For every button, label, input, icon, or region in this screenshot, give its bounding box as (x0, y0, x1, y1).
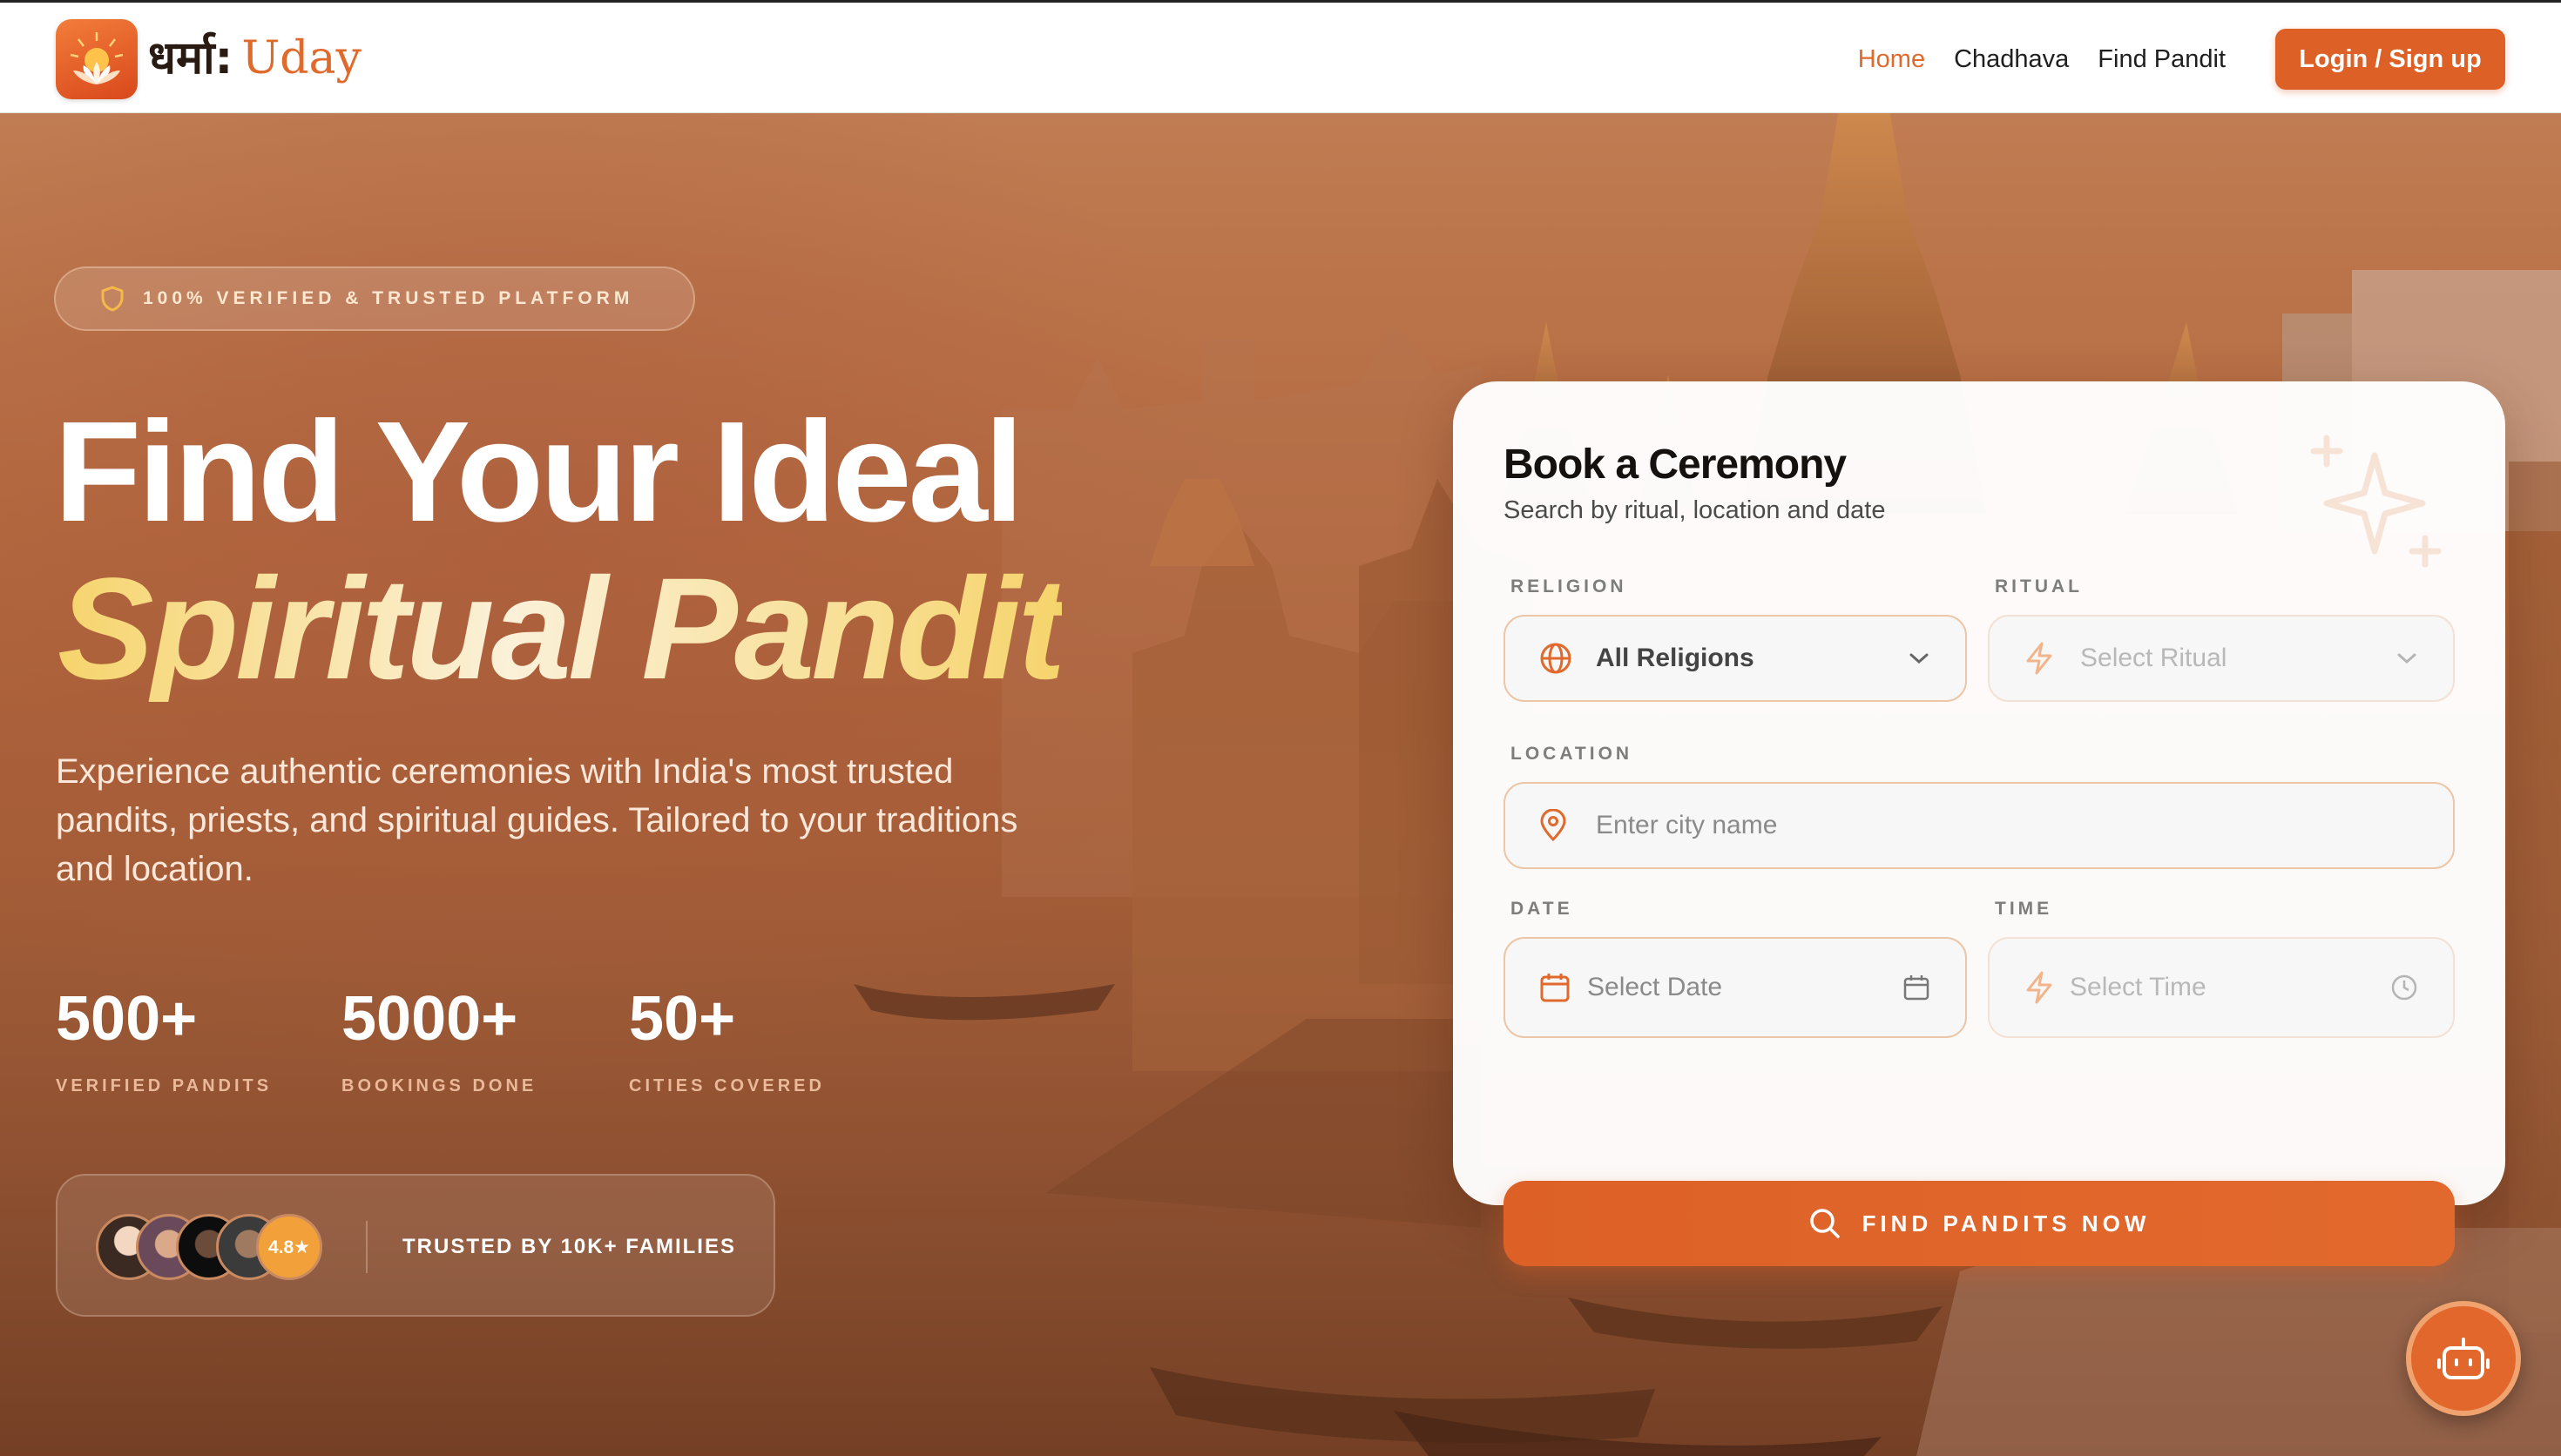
shield-icon (101, 286, 124, 312)
religion-label: RELIGION (1510, 576, 1627, 597)
login-signup-button[interactable]: Login / Sign up (2275, 29, 2505, 90)
brand-name-devanagari: धर्मा: (148, 32, 233, 84)
rating-badge: 4.8★ (256, 1214, 322, 1280)
stat-cities-covered: 50+ CITIES COVERED (629, 988, 825, 1096)
location-placeholder: Enter city name (1596, 811, 1778, 839)
verified-badge-text: 100% VERIFIED & TRUSTED PLATFORM (143, 288, 634, 308)
booking-subtitle: Search by ritual, location and date (1503, 496, 1886, 524)
religion-value: All Religions (1596, 644, 1754, 672)
verified-badge: 100% VERIFIED & TRUSTED PLATFORM (54, 266, 695, 331)
bot-icon (2437, 1338, 2490, 1379)
calendar-icon (1903, 975, 1929, 1001)
ritual-select[interactable]: Select Ritual (1988, 615, 2455, 702)
nav-chadhava[interactable]: Chadhava (1954, 45, 2069, 74)
stat-bookings-done: 5000+ BOOKINGS DONE (341, 988, 537, 1096)
time-input[interactable]: Select Time (1988, 937, 2455, 1038)
chatbot-button[interactable] (2406, 1301, 2521, 1416)
search-icon (1809, 1209, 1840, 1238)
stat-label: VERIFIED PANDITS (56, 1076, 273, 1095)
booking-card: Book a Ceremony Search by ritual, locati… (1453, 381, 2505, 1266)
stat-verified-pandits: 500+ VERIFIED PANDITS (56, 988, 272, 1096)
clock-icon (2391, 974, 2417, 1001)
lightning-icon (2026, 642, 2052, 675)
chevron-down-icon (1909, 653, 1929, 664)
stat-value: 500+ (56, 984, 198, 1054)
brand-name-latin: Uday (241, 32, 362, 84)
hero-title-line2: Spiritual Pandit (57, 549, 1065, 710)
calendar-icon (1540, 974, 1570, 1002)
booking-title: Book a Ceremony (1503, 442, 1847, 488)
date-input[interactable]: Select Date (1503, 937, 1967, 1038)
time-label: TIME (1995, 899, 2053, 919)
main-nav: Home Chadhava Find Pandit Login / Sign u… (1858, 3, 2561, 116)
trust-text: TRUSTED BY 10K+ FAMILIES (402, 1235, 736, 1258)
nav-find-pandit[interactable]: Find Pandit (2098, 45, 2226, 74)
ritual-placeholder: Select Ritual (2080, 644, 2227, 672)
hero-subtitle: Experience authentic ceremonies with Ind… (56, 752, 1018, 888)
religion-select[interactable]: All Religions (1503, 615, 1967, 702)
find-pandits-label: FIND PANDITS NOW (1862, 1210, 2151, 1237)
stat-label: BOOKINGS DONE (341, 1076, 537, 1095)
time-placeholder: Select Time (2070, 973, 2206, 1001)
location-input[interactable]: Enter city name (1503, 782, 2455, 869)
avatar-group: 4.8★ (96, 1214, 322, 1280)
lightning-icon (2026, 971, 2052, 1004)
chevron-down-icon (2397, 653, 2416, 664)
nav-home[interactable]: Home (1858, 45, 1925, 74)
sparkle-icon (2310, 435, 2442, 568)
date-label: DATE (1510, 899, 1573, 919)
location-label: LOCATION (1510, 744, 1633, 764)
ritual-label: RITUAL (1995, 576, 2083, 597)
stat-value: 5000+ (341, 984, 518, 1054)
stat-value: 50+ (629, 984, 736, 1054)
find-pandits-button[interactable]: FIND PANDITS NOW (1503, 1181, 2455, 1266)
trust-panel: 4.8★ TRUSTED BY 10K+ FAMILIES (56, 1174, 775, 1317)
top-navbar: धर्मा: Uday Home Chadhava Find Pandit Log… (0, 0, 2561, 113)
date-placeholder: Select Date (1587, 973, 1723, 1001)
map-pin-icon (1540, 809, 1566, 842)
logo-icon[interactable] (56, 19, 138, 99)
brand-name[interactable]: धर्मा: Uday (148, 27, 362, 90)
divider (366, 1221, 368, 1273)
hero-section: 100% VERIFIED & TRUSTED PLATFORM Find Yo… (0, 113, 2561, 1456)
stat-label: CITIES COVERED (629, 1076, 825, 1095)
globe-icon (1540, 643, 1571, 674)
hero-title-line1: Find Your Ideal (54, 392, 1024, 551)
